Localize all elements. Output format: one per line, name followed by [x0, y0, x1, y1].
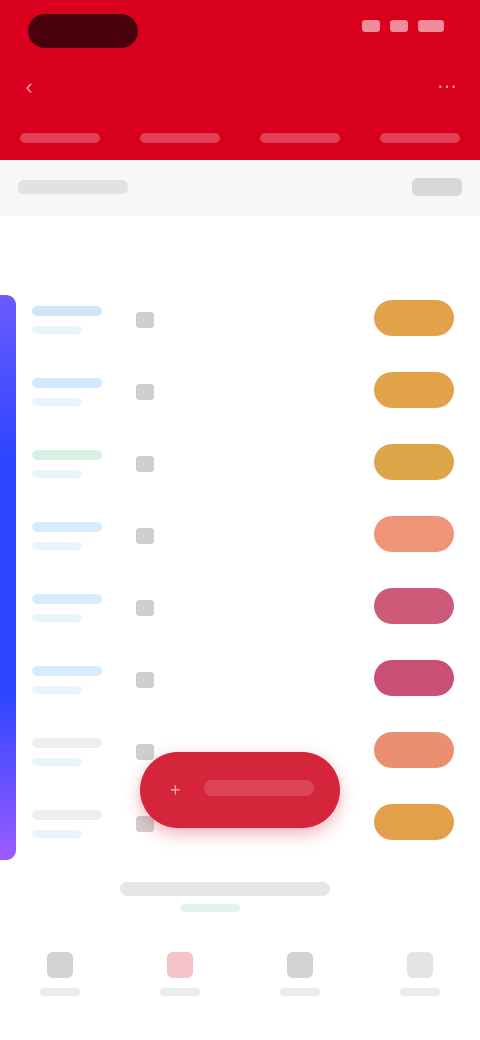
item-details: [172, 666, 252, 696]
item-icon: [136, 384, 154, 400]
tabbar-label: [400, 988, 440, 996]
item-details: [172, 522, 252, 552]
item-details: [172, 378, 252, 408]
item-subname: [32, 470, 82, 478]
item-subname: [32, 686, 82, 694]
home-icon: [47, 952, 73, 978]
item-name: [32, 666, 102, 676]
filter-toggle[interactable]: [412, 178, 462, 196]
item-subname: [32, 542, 82, 550]
filter-bar: [0, 160, 480, 216]
plus-icon: +: [170, 780, 181, 800]
item-icon: [136, 600, 154, 616]
list-item[interactable]: [22, 354, 472, 426]
list-item[interactable]: [22, 426, 472, 498]
footer-note: [120, 882, 330, 896]
item-subname: [32, 326, 82, 334]
item-name: [32, 450, 102, 460]
tabbar-label: [160, 988, 200, 996]
footer-subnote: [180, 904, 240, 912]
side-rail: [0, 295, 16, 860]
tabbar-label: [280, 988, 320, 996]
status-pill[interactable]: [374, 516, 454, 552]
status-pill[interactable]: [374, 804, 454, 840]
more-icon[interactable]: ⋯: [434, 74, 460, 100]
tabbar-label: [40, 988, 80, 996]
chevron-left-icon[interactable]: ‹: [16, 74, 42, 100]
top-tabs: [0, 118, 480, 158]
tabbar-item-1[interactable]: [0, 930, 120, 1040]
status-pill[interactable]: [374, 300, 454, 336]
item-name: [32, 522, 102, 532]
tab-3[interactable]: [260, 133, 340, 143]
item-details: [172, 306, 252, 336]
status-bar: [0, 0, 480, 60]
item-name: [32, 738, 102, 748]
item-icon: [136, 672, 154, 688]
item-icon: [136, 816, 154, 832]
item-name: [32, 810, 102, 820]
item-subname: [32, 614, 82, 622]
item-details: [172, 594, 252, 624]
primary-action-label: [204, 780, 314, 796]
list-item[interactable]: [22, 498, 472, 570]
signal-icon: [362, 20, 380, 32]
status-pill[interactable]: [374, 372, 454, 408]
status-pill[interactable]: [374, 444, 454, 480]
status-pill[interactable]: [374, 660, 454, 696]
item-details: [172, 450, 252, 480]
filter-label[interactable]: [18, 180, 128, 194]
wifi-icon: [390, 20, 408, 32]
tabbar-item-4[interactable]: [360, 930, 480, 1040]
app-header: ‹ ⋯: [0, 0, 480, 160]
primary-action-button[interactable]: +: [140, 752, 340, 828]
list-item[interactable]: [22, 282, 472, 354]
user-icon: [407, 952, 433, 978]
list-item[interactable]: [22, 642, 472, 714]
list-item[interactable]: [22, 570, 472, 642]
item-name: [32, 378, 102, 388]
tabbar-item-3[interactable]: [240, 930, 360, 1040]
status-pill[interactable]: [374, 588, 454, 624]
item-subname: [32, 398, 82, 406]
status-pill[interactable]: [374, 732, 454, 768]
item-subname: [32, 830, 82, 838]
chart-icon: [287, 952, 313, 978]
list-icon: [167, 952, 193, 978]
item-icon: [136, 312, 154, 328]
item-name: [32, 306, 102, 316]
tabbar-item-2[interactable]: [120, 930, 240, 1040]
item-icon: [136, 528, 154, 544]
bottom-tab-bar: [0, 930, 480, 1040]
nav-bar: ‹ ⋯: [0, 62, 480, 112]
tab-1[interactable]: [20, 133, 100, 143]
camera-cutout: [28, 14, 138, 48]
item-icon: [136, 744, 154, 760]
item-subname: [32, 758, 82, 766]
battery-icon: [418, 20, 444, 32]
tab-2[interactable]: [140, 133, 220, 143]
item-icon: [136, 456, 154, 472]
item-name: [32, 594, 102, 604]
tab-4[interactable]: [380, 133, 460, 143]
status-icons: [362, 20, 444, 32]
